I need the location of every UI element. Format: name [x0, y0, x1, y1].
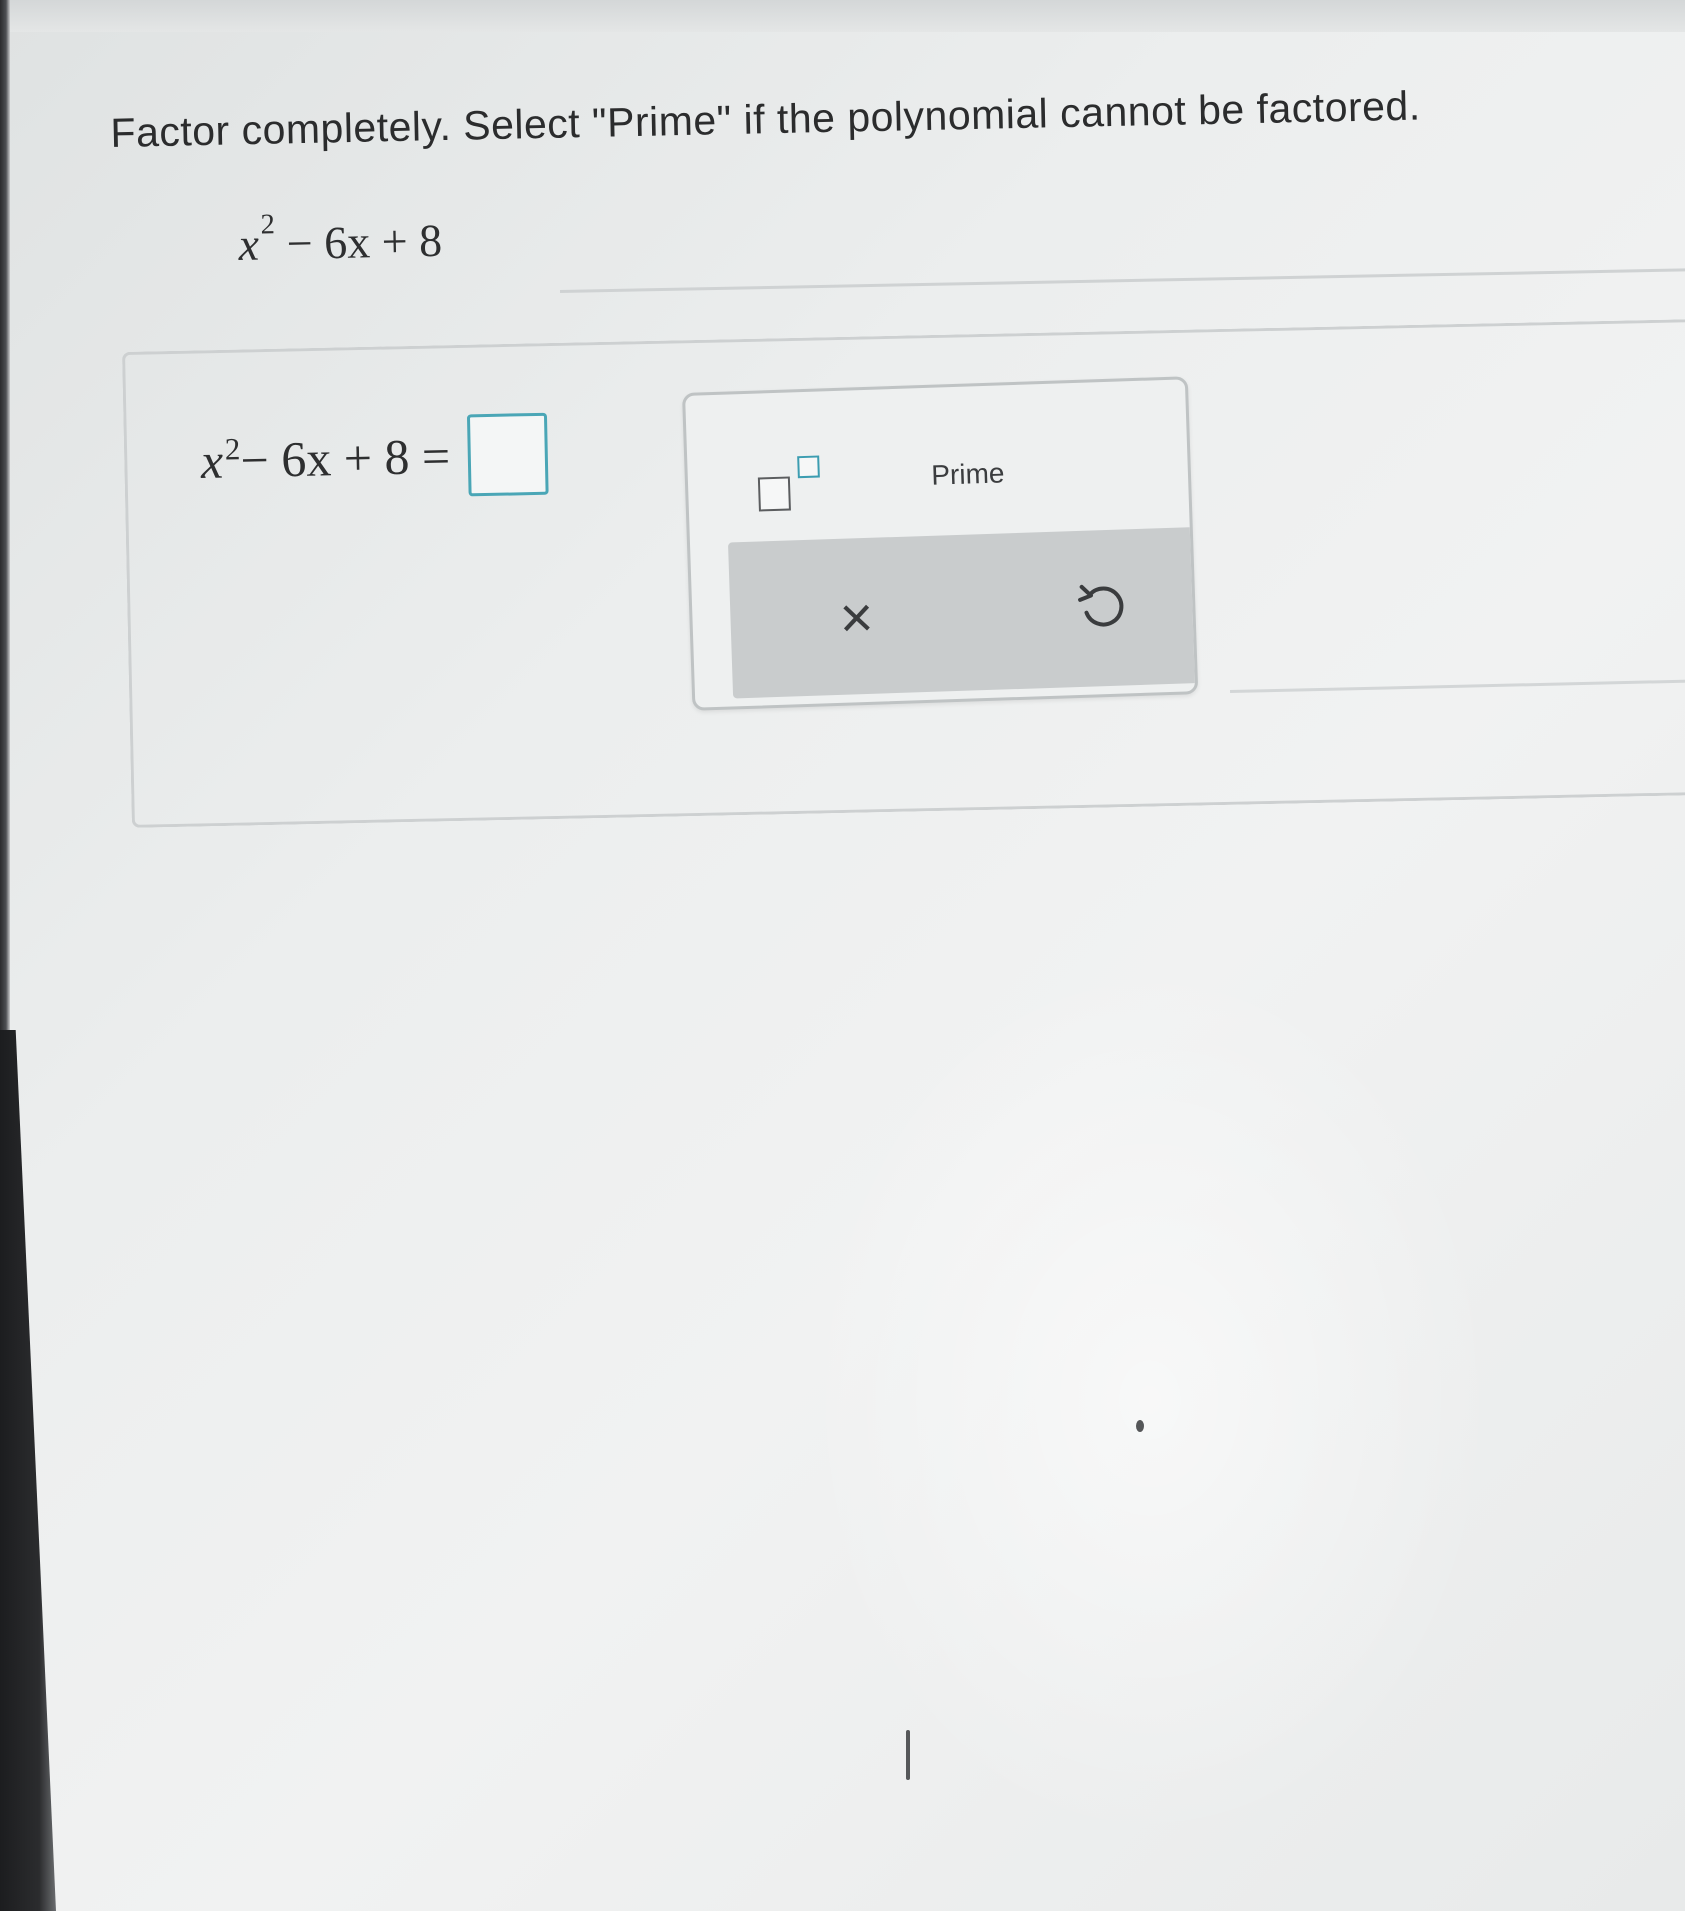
dust-speck	[1136, 1420, 1144, 1432]
answer-lhs-rest: − 6x + 8 =	[239, 427, 451, 489]
close-icon: ×	[838, 584, 875, 651]
top-strip	[0, 0, 1685, 32]
math-keypad: Prime ×	[682, 376, 1199, 711]
clear-button[interactable]: ×	[815, 577, 898, 660]
expression-variable: x	[238, 218, 260, 270]
screen-glare	[800, 950, 1500, 1850]
expression-rest: − 6x + 8	[274, 214, 443, 270]
prime-button[interactable]: Prime	[897, 442, 1039, 507]
question-prompt: Factor completely. Select "Prime" if the…	[110, 82, 1422, 156]
question-expression: x2 − 6x + 8	[238, 209, 443, 271]
expression-exponent: 2	[260, 208, 276, 241]
exponent-template-button[interactable]	[751, 449, 833, 522]
undo-button[interactable]	[1059, 565, 1142, 648]
answer-lhs-exponent: 2	[224, 431, 241, 467]
exponent-base-box	[757, 476, 791, 512]
answer-input[interactable]	[467, 412, 549, 497]
answer-equation: x2 − 6x + 8 =	[200, 412, 549, 502]
dust-speck	[906, 1730, 910, 1780]
answer-lhs-variable: x	[200, 432, 224, 489]
keypad-footer: ×	[727, 525, 1199, 699]
undo-icon	[1078, 584, 1124, 627]
divider	[560, 268, 1685, 293]
screen: Factor completely. Select "Prime" if the…	[0, 0, 1685, 1911]
exponent-power-box	[797, 455, 820, 479]
